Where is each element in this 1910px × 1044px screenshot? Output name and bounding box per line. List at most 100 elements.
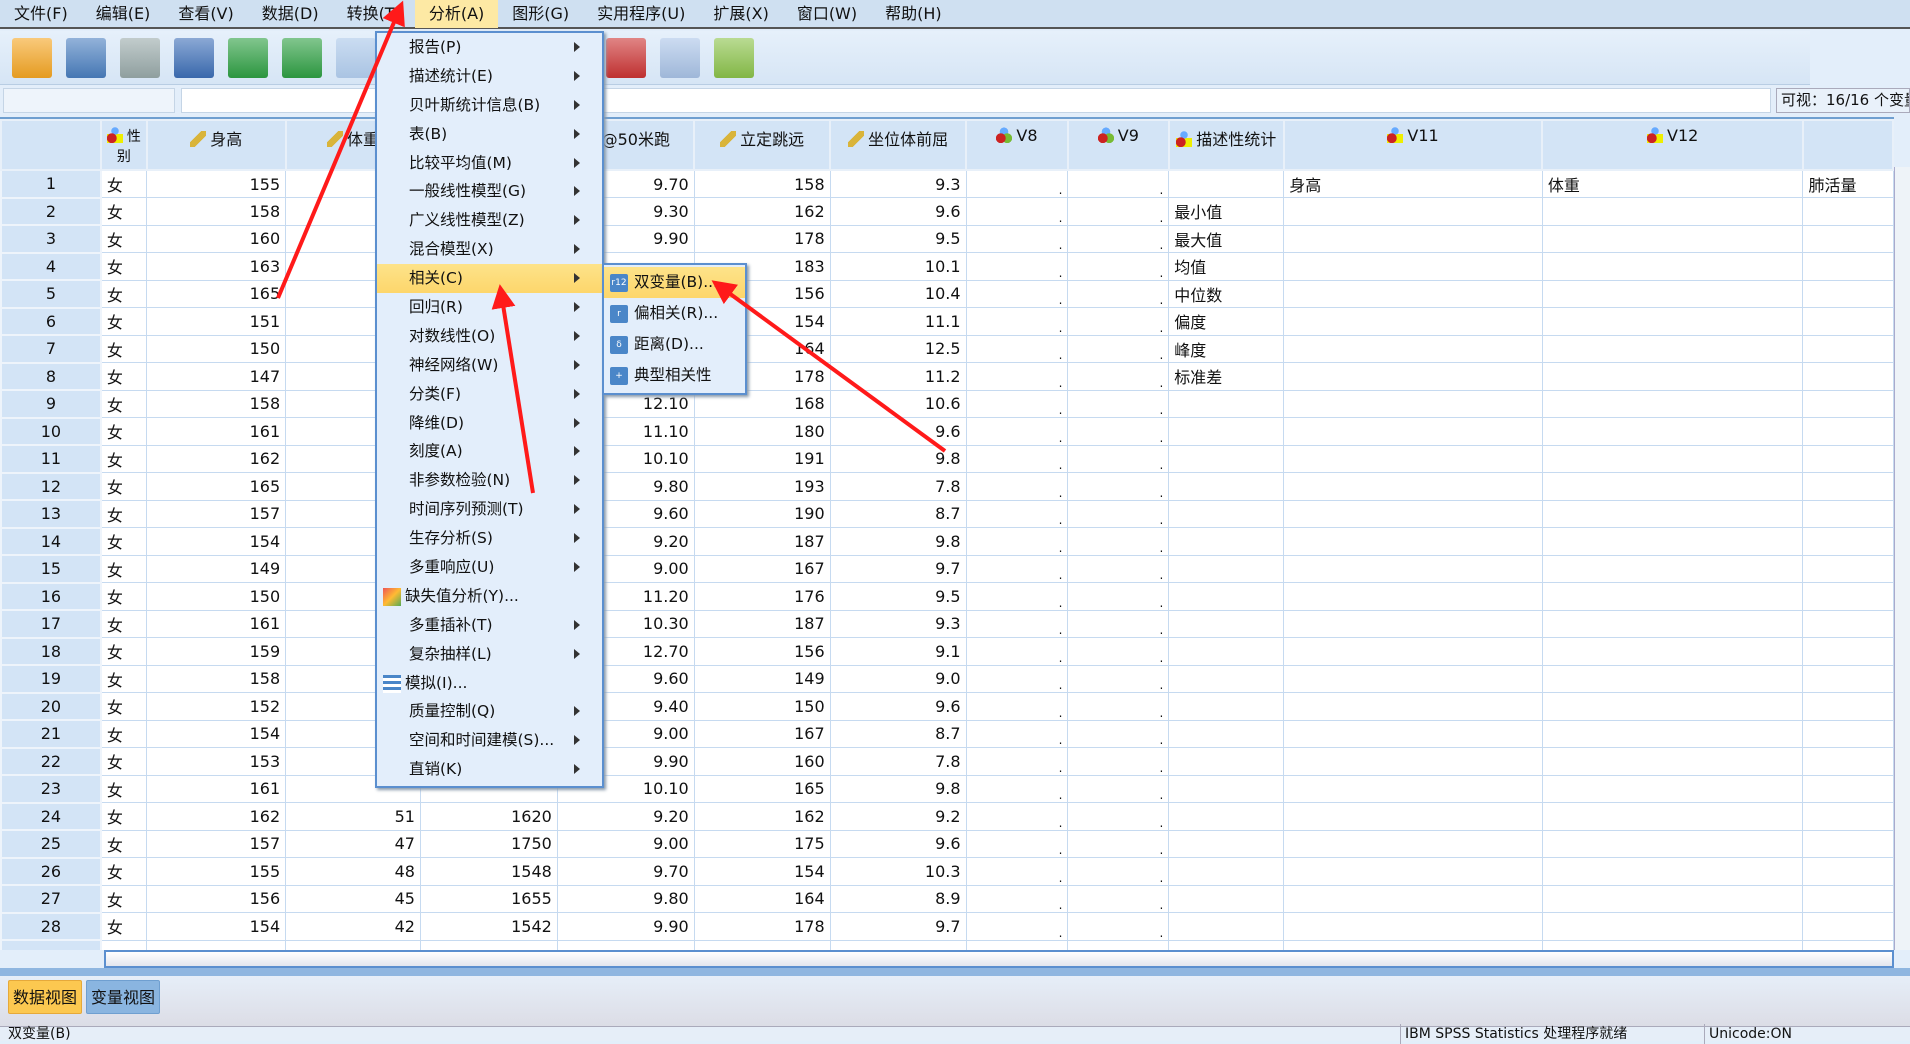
row-number[interactable]: 10: [1, 418, 101, 446]
data-cell[interactable]: .: [966, 720, 1068, 748]
data-cell[interactable]: .: [1068, 170, 1169, 198]
data-cell[interactable]: [1542, 775, 1803, 803]
data-cell[interactable]: .: [1068, 198, 1169, 226]
data-cell[interactable]: [1169, 913, 1284, 941]
column-header[interactable]: V8: [966, 120, 1068, 170]
data-cell[interactable]: 160: [694, 748, 830, 776]
row-number[interactable]: 12: [1, 473, 101, 501]
data-cell[interactable]: .: [1068, 500, 1169, 528]
data-cell[interactable]: [1169, 830, 1284, 858]
data-cell[interactable]: 158: [147, 390, 286, 418]
cell-reference-field[interactable]: [3, 88, 175, 113]
data-cell[interactable]: .: [966, 253, 1068, 281]
data-cell[interactable]: .: [966, 198, 1068, 226]
data-cell[interactable]: 1620: [420, 803, 557, 831]
data-cell[interactable]: .: [966, 555, 1068, 583]
data-cell[interactable]: 162: [694, 198, 830, 226]
data-cell[interactable]: [1542, 528, 1803, 556]
menu-2[interactable]: 查看(V): [164, 0, 247, 28]
data-cell[interactable]: [1803, 913, 1893, 941]
data-cell[interactable]: 154: [147, 528, 286, 556]
data-cell[interactable]: .: [966, 418, 1068, 446]
data-cell[interactable]: 175: [694, 830, 830, 858]
menu-item-15[interactable]: 非参数检验(N): [377, 466, 602, 495]
open-icon[interactable]: [12, 38, 52, 78]
data-cell[interactable]: 女: [101, 500, 147, 528]
menu-item-6[interactable]: 广义线性模型(Z): [377, 206, 602, 235]
data-cell[interactable]: .: [1068, 528, 1169, 556]
data-cell[interactable]: 150: [147, 583, 286, 611]
data-cell[interactable]: 女: [101, 418, 147, 446]
data-cell[interactable]: 42: [286, 913, 421, 941]
add-on-icon[interactable]: [714, 38, 754, 78]
data-cell[interactable]: 10.1: [830, 253, 966, 281]
row-number[interactable]: 13: [1, 500, 101, 528]
data-cell[interactable]: [1284, 253, 1543, 281]
data-cell[interactable]: 1655: [420, 885, 557, 913]
data-cell[interactable]: 158: [147, 198, 286, 226]
data-cell[interactable]: [966, 940, 1068, 950]
data-cell[interactable]: [1284, 610, 1543, 638]
data-cell[interactable]: [1169, 693, 1284, 721]
data-cell[interactable]: 165: [694, 775, 830, 803]
data-cell[interactable]: 147: [147, 363, 286, 391]
data-cell[interactable]: 51: [286, 803, 421, 831]
data-cell[interactable]: 峰度: [1169, 335, 1284, 363]
data-cell[interactable]: 9.6: [830, 693, 966, 721]
row-number[interactable]: 5: [1, 280, 101, 308]
data-cell[interactable]: [147, 940, 286, 950]
column-header[interactable]: [1803, 120, 1893, 170]
data-cell[interactable]: [1284, 555, 1543, 583]
data-cell[interactable]: 165: [147, 280, 286, 308]
data-cell[interactable]: [1284, 830, 1543, 858]
data-cell[interactable]: 女: [101, 170, 147, 198]
data-cell[interactable]: [1542, 555, 1803, 583]
data-cell[interactable]: 157: [147, 830, 286, 858]
menu-item-21[interactable]: 复杂抽样(L): [377, 640, 602, 669]
data-cell[interactable]: 162: [147, 445, 286, 473]
data-cell[interactable]: .: [966, 913, 1068, 941]
row-number[interactable]: 14: [1, 528, 101, 556]
data-cell[interactable]: .: [966, 830, 1068, 858]
row-number[interactable]: 28: [1, 913, 101, 941]
data-cell[interactable]: [1169, 500, 1284, 528]
data-cell[interactable]: [1284, 775, 1543, 803]
data-cell[interactable]: 9.1: [830, 638, 966, 666]
data-cell[interactable]: 7.8: [830, 473, 966, 501]
data-cell[interactable]: .: [966, 583, 1068, 611]
menu-item-9[interactable]: 回归(R): [377, 293, 602, 322]
data-cell[interactable]: 149: [147, 555, 286, 583]
data-cell[interactable]: [286, 940, 421, 950]
data-cell[interactable]: 女: [101, 720, 147, 748]
data-cell[interactable]: [1542, 253, 1803, 281]
data-cell[interactable]: 9.8: [830, 528, 966, 556]
data-cell[interactable]: [1803, 390, 1893, 418]
data-cell[interactable]: 1750: [420, 830, 557, 858]
data-cell[interactable]: [1803, 473, 1893, 501]
data-cell[interactable]: [1542, 803, 1803, 831]
row-number[interactable]: 20: [1, 693, 101, 721]
data-cell[interactable]: [1169, 775, 1284, 803]
data-cell[interactable]: [1169, 390, 1284, 418]
data-cell[interactable]: [1542, 363, 1803, 391]
menu-item-17[interactable]: 生存分析(S): [377, 524, 602, 553]
data-cell[interactable]: 158: [147, 665, 286, 693]
data-cell[interactable]: 156: [694, 638, 830, 666]
data-cell[interactable]: 最大值: [1169, 225, 1284, 253]
data-cell[interactable]: 180: [694, 418, 830, 446]
data-cell[interactable]: 9.7: [830, 913, 966, 941]
data-cell[interactable]: [1542, 858, 1803, 886]
menu-item-10[interactable]: 对数线性(O): [377, 322, 602, 351]
row-number[interactable]: 4: [1, 253, 101, 281]
data-cell[interactable]: 9.6: [830, 830, 966, 858]
column-header[interactable]: 身高: [147, 120, 286, 170]
row-number[interactable]: 23: [1, 775, 101, 803]
column-header[interactable]: 坐位体前屈: [830, 120, 966, 170]
data-cell[interactable]: 女: [101, 583, 147, 611]
data-cell[interactable]: 8.7: [830, 720, 966, 748]
data-cell[interactable]: [1284, 308, 1543, 336]
data-cell[interactable]: 163: [147, 253, 286, 281]
data-cell[interactable]: [1169, 803, 1284, 831]
data-cell[interactable]: .: [1068, 445, 1169, 473]
data-cell[interactable]: 9.90: [557, 913, 694, 941]
